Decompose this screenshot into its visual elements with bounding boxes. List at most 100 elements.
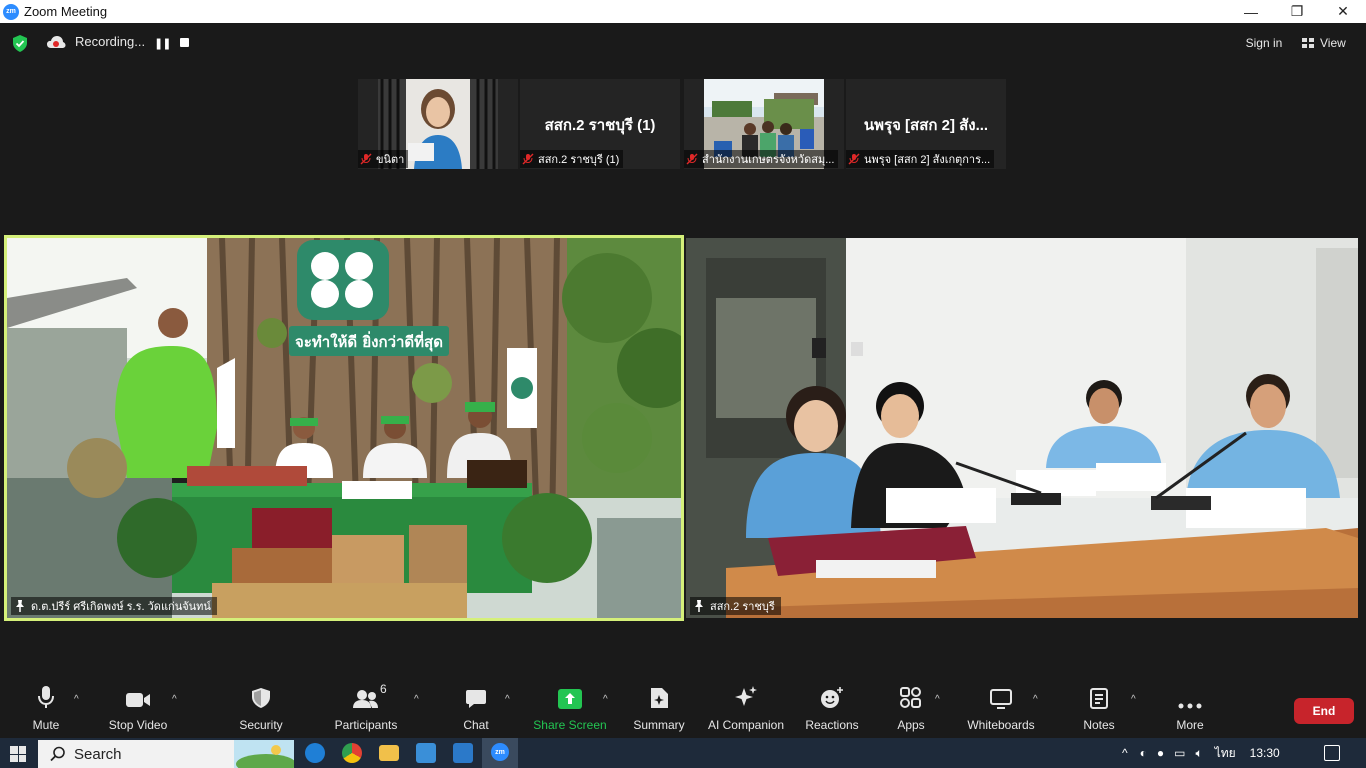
participant-thumbnail[interactable]: ขนิตา [358,79,518,169]
participants-count: 6 [380,682,387,696]
whiteboard-icon [990,689,1012,709]
mic-tray-icon[interactable]: ● [1157,746,1164,760]
recording-label: Recording... [75,34,146,49]
security-label: Security [239,718,283,732]
encryption-shield-icon[interactable] [12,35,28,52]
minimize-button[interactable]: — [1228,0,1274,23]
stop-recording-icon[interactable] [180,38,189,47]
apps-options-chevron-icon[interactable]: ^ [935,694,940,705]
summary-icon [651,688,668,708]
taskbar-search-box[interactable]: Search [38,740,294,768]
notes-label: Notes [1083,718,1115,732]
whiteboards-button[interactable]: Whiteboards [964,682,1038,738]
more-dots-icon [1178,703,1202,709]
mic-muted-icon [686,153,698,165]
volume-icon[interactable]: 🔈︎ [1195,746,1202,761]
reactions-label: Reactions [805,718,859,732]
close-button[interactable]: ✕ [1320,0,1366,23]
participants-button[interactable]: 6 Participants [333,682,399,738]
participant-video [686,238,1358,618]
share-screen-icon [558,689,582,709]
view-label: View [1320,36,1346,50]
cloud-recording-icon [47,35,66,48]
video-tile-speaker[interactable]: จะทำให้ดี ยิ่งกว่าดีที่สุด ด.ต.ปรีร์ ศรี [7,238,681,618]
participant-thumbnail[interactable]: สสก.2 ราชบุรี (1) สสก.2 ราชบุรี (1) [520,79,680,169]
mute-button[interactable]: Mute [22,682,70,738]
notifications-icon[interactable] [1324,745,1340,761]
microsoft-store-icon[interactable] [416,743,436,763]
chat-button[interactable]: Chat [460,682,492,738]
share-options-chevron-icon[interactable]: ^ [603,694,608,705]
video-options-chevron-icon[interactable]: ^ [172,694,177,705]
participant-name: ขนิตา [376,154,405,166]
participant-display-name: นพรุจ [สสก 2] สัง... [863,117,989,134]
tray-chevron-icon[interactable]: ^ [1122,746,1128,760]
microphone-icon [38,686,54,708]
whiteboards-options-chevron-icon[interactable]: ^ [1033,694,1038,705]
reactions-smiley-icon [821,687,843,708]
speaker-name: ด.ต.ปรีร์ ศรีเกิดพงษ์ ร.ร. วัดแก่นจันทน์ [31,601,211,613]
file-explorer-icon[interactable] [379,745,399,761]
mic-muted-icon [360,153,372,165]
mail-icon[interactable] [453,743,473,763]
view-grid-icon [1302,38,1314,48]
pin-icon [695,600,703,612]
pause-recording-icon[interactable]: ❚❚ [154,37,171,50]
apps-label: Apps [897,718,925,732]
network-icon[interactable]: ▭ [1174,746,1185,760]
participant-name: สำนักงานเกษตรจังหวัดสมุ... [702,154,835,166]
mute-label: Mute [32,718,60,732]
maximize-button[interactable]: ❐ [1274,0,1320,23]
share-screen-button[interactable]: Share Screen [530,682,610,738]
notes-button[interactable]: Notes [1080,682,1118,738]
search-highlight-illustration [234,740,294,768]
system-tray: ^ ◐ ● ▭ 🔈︎ ไทย 13:30 [1122,738,1280,768]
more-button[interactable]: More [1170,682,1210,738]
clock-time[interactable]: 13:30 [1250,746,1280,760]
more-label: More [1176,718,1204,732]
apps-icon [900,687,921,708]
view-button[interactable]: View [1302,31,1346,55]
recording-indicator[interactable]: Recording... [46,34,145,49]
sign-in-button[interactable]: Sign in [1238,31,1290,55]
participant-thumbnail[interactable]: นพรุจ [สสก 2] สัง... นพรุจ [สสก 2] สังเก… [846,79,1006,169]
windows-taskbar: Search zm ^ ◐ ● ▭ 🔈︎ ไทย 13:30 [0,738,1366,768]
participants-icon [353,690,378,708]
participants-options-chevron-icon[interactable]: ^ [414,694,419,705]
zoom-app-icon: zm [491,743,509,761]
participant-thumbnail[interactable]: สำนักงานเกษตรจังหวัดสมุ... [684,79,844,169]
meeting-toolbar: Mute ^ Stop Video ^ Security 6 Participa… [0,682,1366,738]
video-camera-icon [126,693,150,707]
end-meeting-button[interactable]: End [1294,698,1354,724]
share-screen-label: Share Screen [533,718,607,732]
banner-slogan: จะทำให้ดี ยิ่งกว่าดีที่สุด [295,331,443,352]
chrome-browser-icon[interactable] [342,743,362,763]
security-button[interactable]: Security [236,682,286,738]
participant-name: สสก.2 ราชบุรี (1) [538,154,620,166]
ai-companion-button[interactable]: AI Companion [706,682,786,738]
chat-bubble-icon [466,690,486,708]
stop-video-button[interactable]: Stop Video [106,682,170,738]
audio-options-chevron-icon[interactable]: ^ [74,694,79,705]
participant-display-name: สสก.2 ราชบุรี (1) [544,117,656,134]
video-tile-participant[interactable]: สสก.2 ราชบุรี [686,238,1358,618]
security-shield-icon [252,688,270,708]
window-titlebar: zm Zoom Meeting — ❐ ✕ [0,0,1366,23]
participants-label: Participants [334,718,398,732]
pin-icon [16,600,24,612]
notes-options-chevron-icon[interactable]: ^ [1131,694,1136,705]
search-icon [50,746,65,762]
speaker-video: จะทำให้ดี ยิ่งกว่าดีที่สุด [7,238,681,618]
apps-button[interactable]: Apps [894,682,928,738]
zoom-logo-icon: zm [3,3,19,20]
edge-browser-icon[interactable] [305,743,325,763]
summary-button[interactable]: Summary [630,682,688,738]
reactions-button[interactable]: Reactions [804,682,860,738]
mic-muted-icon [522,153,534,165]
windows-start-icon[interactable] [10,746,26,762]
zoom-taskbar-button[interactable]: zm [482,738,518,768]
input-language[interactable]: ไทย [1215,744,1236,763]
chat-options-chevron-icon[interactable]: ^ [505,694,510,705]
window-title: Zoom Meeting [24,4,108,19]
camera-tray-icon[interactable]: ◐ [1140,746,1147,760]
